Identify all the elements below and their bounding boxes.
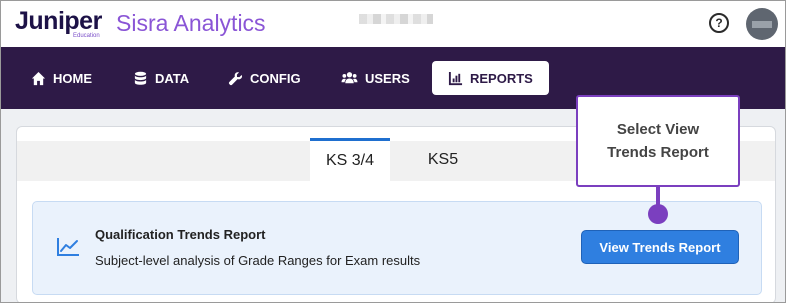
nav-item-label: USERS <box>365 70 410 86</box>
redacted-school-name <box>359 14 433 24</box>
nav-item-reports[interactable]: REPORTS <box>432 61 549 95</box>
nav-item-label: CONFIG <box>250 70 301 86</box>
nav-item-config[interactable]: CONFIG <box>216 61 313 95</box>
nav-item-label: REPORTS <box>470 70 533 86</box>
report-description: Subject-level analysis of Grade Ranges f… <box>95 253 421 268</box>
app-window: Juniper Education Sisra Analytics ? HOME… <box>0 0 786 303</box>
avatar[interactable] <box>746 8 778 40</box>
tab-ks3-4[interactable]: KS 3/4 <box>310 138 390 181</box>
header-bar: Juniper Education Sisra Analytics ? <box>1 1 785 47</box>
callout-line-2: Trends Report <box>607 144 709 161</box>
help-icon[interactable]: ? <box>709 13 729 33</box>
callout-pointer-dot <box>648 204 668 224</box>
brand-sub: Education <box>73 33 100 39</box>
nav-item-home[interactable]: HOME <box>19 61 104 95</box>
home-icon <box>31 71 46 85</box>
database-icon <box>134 71 147 85</box>
wrench-icon <box>228 71 243 85</box>
nav-item-label: DATA <box>155 70 190 86</box>
chart-icon <box>448 71 463 85</box>
nav-item-data[interactable]: DATA <box>121 61 201 95</box>
report-title: Qualification Trends Report <box>95 227 266 242</box>
line-chart-icon <box>57 238 79 256</box>
nav-item-users[interactable]: USERS <box>329 61 422 95</box>
tab-ks5[interactable]: KS5 <box>405 138 481 181</box>
view-trends-report-button[interactable]: View Trends Report <box>581 230 739 264</box>
instruction-callout: Select View Trends Report <box>576 95 740 187</box>
nav-item-label: HOME <box>53 70 92 86</box>
brand-name: Juniper <box>15 7 102 35</box>
callout-line-1: Select View <box>616 121 700 138</box>
app-title: Sisra Analytics <box>116 10 266 36</box>
users-icon <box>341 71 358 83</box>
